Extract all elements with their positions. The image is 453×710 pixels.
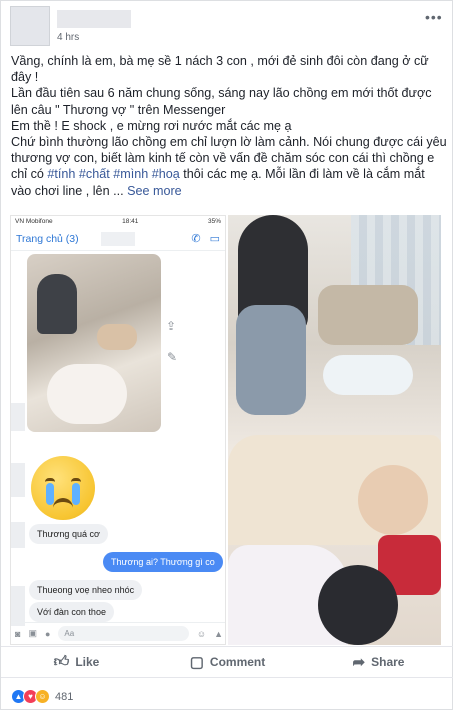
camera-icon: ◙	[15, 628, 21, 639]
post-time[interactable]: 4 hrs	[57, 32, 79, 43]
photo-mother-body	[236, 305, 306, 415]
gallery-icon: ▣	[28, 628, 37, 638]
emoji-eye	[71, 478, 81, 482]
hashtag-link[interactable]: #chất	[79, 167, 110, 181]
message-bubble-incoming: Thương quá cơ	[29, 524, 108, 544]
post-actions-bar: 👍︎ Like ▢ Comment ➦ Share	[1, 646, 453, 678]
message-bubble-outgoing: Thương ai? Thương gì co	[103, 552, 223, 572]
author-name-blurred[interactable]	[57, 10, 131, 28]
contact-name-blurred	[100, 231, 135, 246]
post-line: Vầng, chính là em, bà mẹ sề 1 nách 3 con…	[11, 54, 429, 85]
message-input: Aa	[58, 626, 189, 641]
photo-baby	[358, 465, 428, 535]
shared-photo-thumbnail	[27, 254, 161, 432]
message-bubble-incoming: Vớí đàn con thoe	[29, 602, 114, 622]
emoji-tear	[72, 483, 80, 505]
back-link: Trang chủ (3)	[16, 232, 79, 245]
share-icon: ⇪	[166, 319, 177, 333]
share-label: Share	[371, 655, 405, 669]
haha-reaction-icon: ☺	[35, 689, 50, 704]
avatar[interactable]	[10, 6, 50, 46]
post-text: Vầng, chính là em, bà mẹ sề 1 nách 3 con…	[11, 53, 447, 199]
messenger-screenshot-image[interactable]: VN Mobifone 18:41 35% Trang chủ (3) ✆ ▭ …	[10, 215, 226, 645]
emoji-icon: ☺	[196, 628, 207, 639]
crying-emoji-sticker	[31, 456, 95, 520]
hashtag-link[interactable]: #tính	[47, 167, 75, 181]
photo-pillow	[318, 285, 418, 345]
blurred-avatar	[11, 586, 25, 626]
emoji-eye	[45, 478, 55, 482]
messenger-header: Trang chủ (3) ✆ ▭	[11, 227, 225, 251]
share-button[interactable]: ➦ Share	[303, 647, 453, 677]
post-line: Lần đầu tiên sau 6 năm chung sống, sáng …	[11, 86, 432, 117]
message-bubble-incoming: Thueong voẹ nheo nhóc	[29, 580, 143, 600]
reaction-count: 481	[55, 690, 74, 703]
comment-icon: ▢	[189, 654, 204, 671]
phone-status-bar: VN Mobifone 18:41 35%	[11, 216, 225, 227]
like-button[interactable]: 👍︎ Like	[1, 647, 152, 677]
emoji-mouth	[53, 498, 73, 508]
thumbs-up-icon: 👍︎	[53, 653, 70, 670]
photo-figure	[97, 324, 137, 350]
photo-child-hair	[318, 565, 398, 645]
blurred-avatar	[11, 522, 25, 548]
like-thumb-icon: ▲	[214, 628, 223, 639]
emoji-tear	[46, 483, 54, 505]
blurred-avatar	[11, 463, 25, 497]
edit-icon: ✎	[167, 350, 178, 364]
post-line-with-hashtags: Chứ bình thường lão chồng em chỉ lượn lờ…	[11, 134, 447, 199]
message-composer: ◙ ▣ ● Aa ☺ ▲	[11, 622, 225, 644]
carrier-text: VN Mobifone	[15, 218, 53, 225]
comment-button[interactable]: ▢ Comment	[152, 647, 303, 677]
photo-figure	[47, 364, 127, 424]
mic-icon: ●	[44, 628, 51, 639]
more-options-icon[interactable]: •••	[425, 9, 443, 25]
see-more-link[interactable]: See more	[127, 184, 182, 198]
facebook-post-card: 4 hrs ••• Vầng, chính là em, bà mẹ sề 1 …	[0, 0, 453, 710]
post-line: Em thề ! E shock , e mừng rơi nước mắt c…	[11, 118, 292, 133]
photo-figure	[37, 274, 77, 334]
phone-call-icon: ✆	[191, 233, 201, 245]
share-arrow-icon: ➦	[352, 654, 366, 671]
hashtag-link[interactable]: #hoạ	[152, 167, 180, 181]
battery-text: 35%	[207, 218, 221, 225]
blurred-avatar	[11, 403, 25, 431]
comment-label: Comment	[209, 655, 266, 669]
family-photo-image[interactable]	[228, 215, 441, 645]
like-label: Like	[75, 655, 100, 669]
photo-baby	[323, 355, 413, 395]
hashtag-link[interactable]: #mình	[113, 167, 148, 181]
clock-text: 18:41	[122, 218, 139, 225]
reactions-summary[interactable]: ▲ ♥ ☺ 481	[11, 689, 73, 704]
video-call-icon: ▭	[209, 233, 220, 245]
